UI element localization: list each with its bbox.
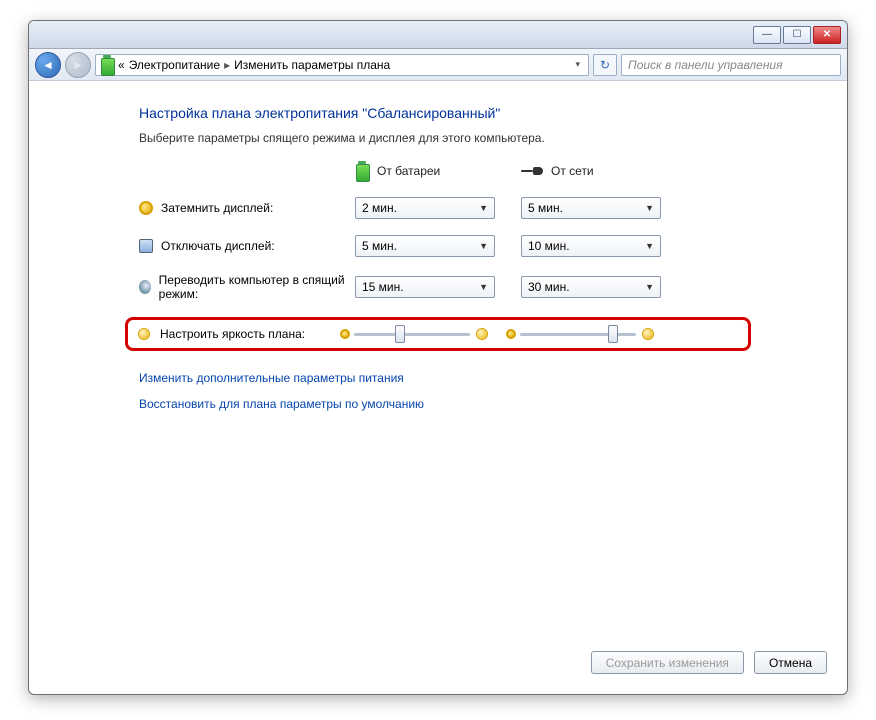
control-panel-icon bbox=[100, 55, 114, 75]
window: — ☐ ✕ ◄ ► « Электропитание ▸ Изменить па… bbox=[28, 20, 848, 695]
breadcrumb-edit-plan[interactable]: Изменить параметры плана bbox=[234, 58, 390, 72]
column-headers: От батареи От сети bbox=[139, 161, 737, 181]
col-ac-label: От сети bbox=[551, 164, 594, 178]
sun-dim-icon bbox=[506, 329, 516, 339]
sleep-label: Переводить компьютер в спящий режим: bbox=[159, 273, 349, 301]
off-battery-combo[interactable]: 5 мин. ▼ bbox=[355, 235, 495, 257]
titlebar: — ☐ ✕ bbox=[29, 21, 847, 49]
cancel-button[interactable]: Отмена bbox=[754, 651, 827, 674]
moon-icon bbox=[139, 280, 151, 294]
slider-track[interactable] bbox=[520, 333, 636, 336]
slider-thumb[interactable] bbox=[395, 325, 405, 343]
sleep-ac-value: 30 мин. bbox=[528, 280, 570, 294]
address-bar[interactable]: « Электропитание ▸ Изменить параметры пл… bbox=[95, 54, 589, 76]
close-button[interactable]: ✕ bbox=[813, 26, 841, 44]
sleep-battery-combo[interactable]: 15 мин. ▼ bbox=[355, 276, 495, 298]
breadcrumb-power[interactable]: Электропитание bbox=[129, 58, 220, 72]
sleep-ac-combo[interactable]: 30 мин. ▼ bbox=[521, 276, 661, 298]
dim-label: Затемнить дисплей: bbox=[161, 201, 273, 215]
brightness-label: Настроить яркость плана: bbox=[160, 327, 305, 341]
dim-ac-combo[interactable]: 5 мин. ▼ bbox=[521, 197, 661, 219]
row-sleep: Переводить компьютер в спящий режим: 15 … bbox=[139, 273, 737, 301]
page-subtitle: Выберите параметры спящего режима и дисп… bbox=[139, 131, 737, 145]
sun-bright-icon bbox=[474, 326, 490, 342]
sun-dim-icon bbox=[340, 329, 350, 339]
slider-thumb[interactable] bbox=[608, 325, 618, 343]
monitor-icon bbox=[139, 239, 153, 253]
chevron-down-icon: ▼ bbox=[479, 241, 488, 251]
plug-icon bbox=[521, 165, 543, 177]
dim-ac-value: 5 мин. bbox=[528, 201, 563, 215]
off-battery-value: 5 мин. bbox=[362, 239, 397, 253]
dim-battery-value: 2 мин. bbox=[362, 201, 397, 215]
off-ac-combo[interactable]: 10 мин. ▼ bbox=[521, 235, 661, 257]
dim-icon bbox=[139, 201, 153, 215]
breadcrumb-pre: « bbox=[118, 58, 125, 72]
refresh-button[interactable]: ↻ bbox=[593, 54, 617, 76]
address-dropdown-icon[interactable]: ▾ bbox=[571, 59, 584, 70]
off-ac-value: 10 мин. bbox=[528, 239, 570, 253]
breadcrumb-sep-icon: ▸ bbox=[224, 58, 230, 72]
content-area: Настройка плана электропитания "Сбаланси… bbox=[29, 81, 847, 641]
sleep-battery-value: 15 мин. bbox=[362, 280, 404, 294]
nav-back-button[interactable]: ◄ bbox=[35, 52, 61, 78]
nav-forward-button[interactable]: ► bbox=[65, 52, 91, 78]
save-button[interactable]: Сохранить изменения bbox=[591, 651, 744, 674]
brightness-battery-slider[interactable] bbox=[340, 326, 490, 342]
row-dim-display: Затемнить дисплей: 2 мин. ▼ 5 мин. ▼ bbox=[139, 197, 737, 219]
minimize-button[interactable]: — bbox=[753, 26, 781, 44]
chevron-down-icon: ▼ bbox=[479, 203, 488, 213]
battery-icon bbox=[355, 161, 369, 181]
slider-track[interactable] bbox=[354, 333, 470, 336]
dim-battery-combo[interactable]: 2 мин. ▼ bbox=[355, 197, 495, 219]
chevron-down-icon: ▼ bbox=[479, 282, 488, 292]
maximize-button[interactable]: ☐ bbox=[783, 26, 811, 44]
chevron-down-icon: ▼ bbox=[645, 282, 654, 292]
row-off-display: Отключать дисплей: 5 мин. ▼ 10 мин. ▼ bbox=[139, 235, 737, 257]
link-restore-defaults[interactable]: Восстановить для плана параметры по умол… bbox=[139, 397, 424, 411]
link-advanced-settings[interactable]: Изменить дополнительные параметры питани… bbox=[139, 371, 404, 385]
sun-bright-icon bbox=[640, 326, 656, 342]
page-title: Настройка плана электропитания "Сбаланси… bbox=[139, 105, 737, 121]
navbar: ◄ ► « Электропитание ▸ Изменить параметр… bbox=[29, 49, 847, 81]
col-battery-label: От батареи bbox=[377, 164, 440, 178]
chevron-down-icon: ▼ bbox=[645, 203, 654, 213]
search-placeholder: Поиск в панели управления bbox=[628, 58, 783, 72]
refresh-icon: ↻ bbox=[600, 58, 610, 72]
chevron-down-icon: ▼ bbox=[645, 241, 654, 251]
search-input[interactable]: Поиск в панели управления bbox=[621, 54, 841, 76]
brightness-ac-slider[interactable] bbox=[506, 326, 656, 342]
row-brightness-highlighted: Настроить яркость плана: bbox=[125, 317, 751, 351]
footer: Сохранить изменения Отмена bbox=[29, 641, 847, 694]
off-label: Отключать дисплей: bbox=[161, 239, 275, 253]
sun-icon bbox=[136, 326, 152, 342]
